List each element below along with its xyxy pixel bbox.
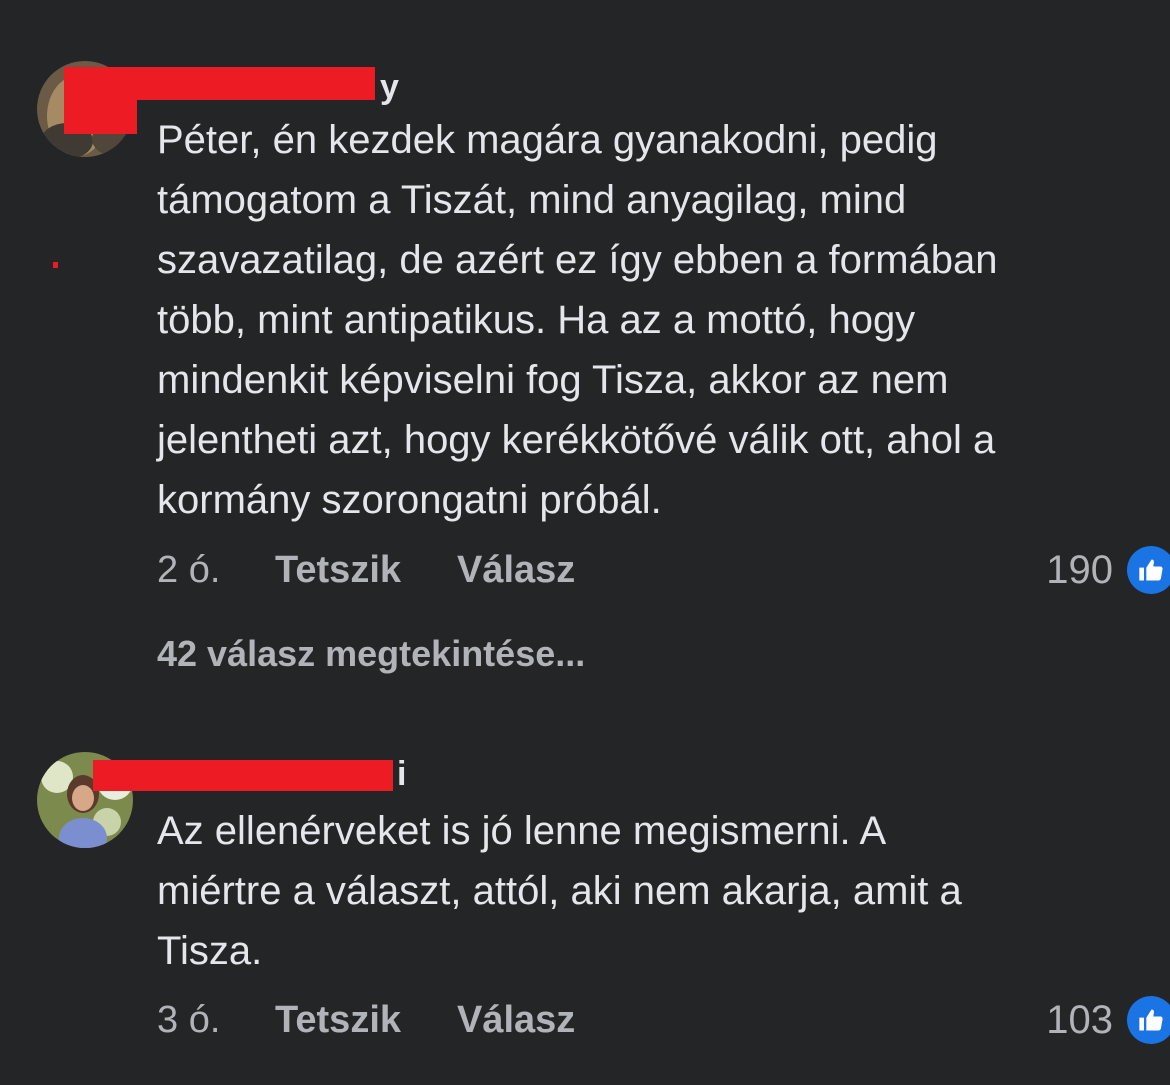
reply-button[interactable]: Válasz	[457, 545, 575, 595]
reaction-count: 190	[1046, 548, 1113, 592]
comment-actions: 3 ó. Tetszik Válasz 103	[157, 995, 1170, 1045]
reaction-summary[interactable]: 103	[1046, 995, 1170, 1045]
comment-time[interactable]: 2 ó.	[157, 545, 220, 595]
name-redaction	[64, 67, 375, 100]
comment-actions: 2 ó. Tetszik Válasz 190	[157, 545, 1170, 595]
comment-text: Az ellenérveket is jó lenne megismerni. …	[157, 809, 962, 973]
thumbs-up-icon	[1127, 546, 1170, 594]
name-redaction	[93, 760, 393, 791]
author-name-suffix: y	[380, 68, 399, 106]
like-button[interactable]: Tetszik	[275, 995, 401, 1045]
reaction-count: 103	[1046, 998, 1113, 1042]
thumbs-up-icon	[1127, 996, 1170, 1044]
reply-button[interactable]: Válasz	[457, 995, 575, 1045]
comment-text: Péter, én kezdek magára gyanakodni, pedi…	[157, 118, 998, 522]
redaction-mark	[53, 262, 58, 268]
name-redaction	[64, 98, 137, 134]
like-button[interactable]: Tetszik	[275, 545, 401, 595]
author-name-suffix: i	[397, 755, 407, 793]
reaction-summary[interactable]: 190	[1046, 545, 1170, 595]
view-replies-link[interactable]: 42 válasz megtekintése...	[157, 629, 585, 679]
comment-time[interactable]: 3 ó.	[157, 995, 220, 1045]
